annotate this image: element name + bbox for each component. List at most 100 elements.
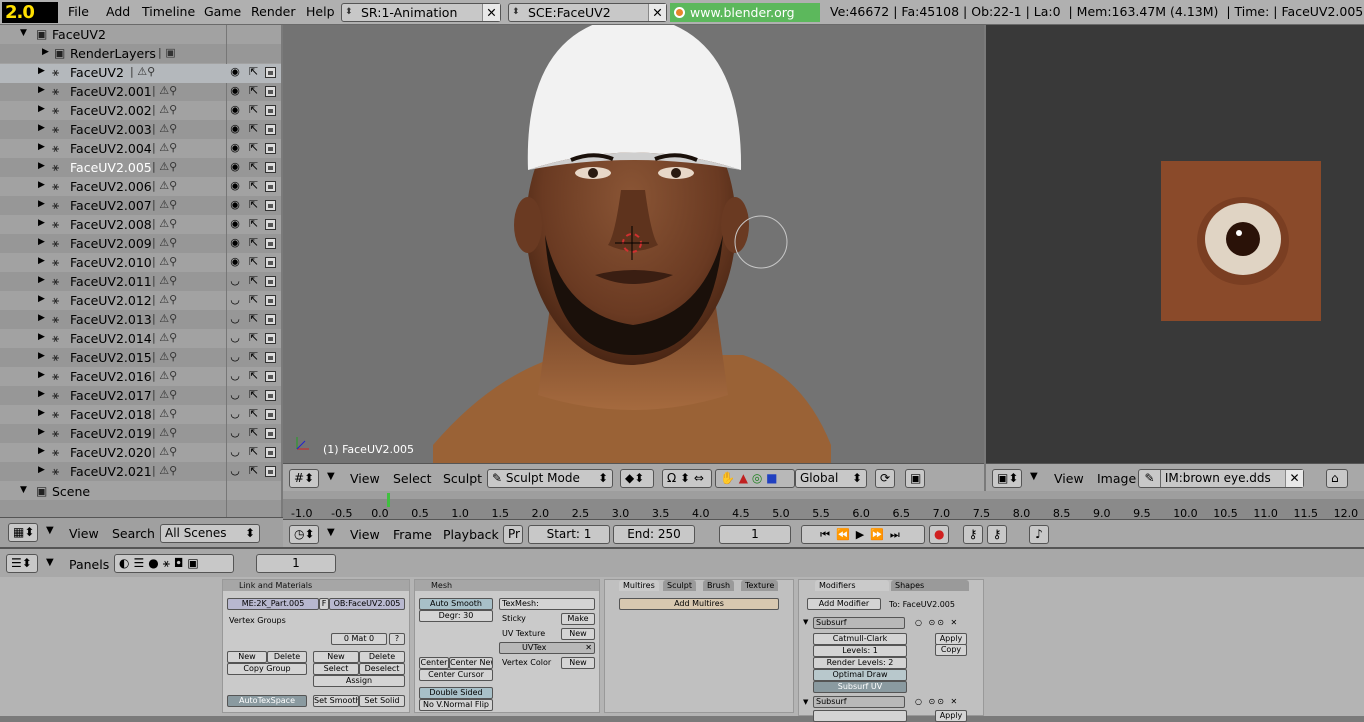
expand-arrow-icon[interactable]: ▶ <box>38 446 45 456</box>
center-cursor-button[interactable]: Center Cursor <box>419 669 493 681</box>
menu-view[interactable]: View <box>69 526 99 541</box>
set-solid-button[interactable]: Set Solid <box>359 695 405 707</box>
menu-select[interactable]: Select <box>393 471 432 486</box>
render-icon[interactable] <box>265 143 276 154</box>
cursor-select-icon[interactable]: ⇱ <box>249 198 258 211</box>
auto-smooth-toggle[interactable]: Auto Smooth <box>419 598 493 610</box>
outliner-item-label[interactable]: FaceUV2 <box>70 65 124 80</box>
eye-closed-icon[interactable]: ◡ <box>229 312 241 325</box>
frame-number-field[interactable]: 1 <box>256 554 336 573</box>
expand-arrow-icon[interactable]: ▶ <box>38 180 45 190</box>
current-frame-marker[interactable] <box>387 493 390 507</box>
menu-view[interactable]: View <box>1054 471 1084 486</box>
outliner-filter-dropdown[interactable]: All Scenes ⬍ <box>160 524 260 543</box>
keyframe-icon[interactable]: ⚷ <box>963 525 983 544</box>
cursor-select-icon[interactable]: ⇱ <box>249 84 258 97</box>
blender-url-link[interactable]: www.blender.org 249.2 <box>670 3 820 39</box>
cursor-select-icon[interactable]: ⇱ <box>249 407 258 420</box>
select-material-button[interactable]: Select <box>313 663 359 675</box>
playback-controls[interactable]: ⏮⏪▶⏩⏭ <box>801 525 925 544</box>
collapse-arrow-icon[interactable]: ▼ <box>327 471 335 482</box>
new-vertex-color-button[interactable]: New <box>561 657 595 669</box>
editor-type-icon[interactable]: ▦⬍ <box>8 523 38 542</box>
make-sticky-button[interactable]: Make <box>561 613 595 625</box>
screen-selector[interactable]: ⬍ SR:1-Animation ✕ <box>341 3 501 22</box>
cursor-select-icon[interactable]: ⇱ <box>249 350 258 363</box>
outliner-object-row[interactable]: ▶ ⚹ FaceUV2.003 | ⚠⚲ ◉ ⇱ <box>0 121 281 140</box>
render-levels-field[interactable]: Render Levels: 2 <box>813 657 907 669</box>
outliner-item-label[interactable]: FaceUV2.009 <box>70 236 152 251</box>
editor-type-icon[interactable]: #⬍ <box>289 469 319 488</box>
eye-icon[interactable]: ◉ <box>229 141 241 154</box>
outliner-root-row[interactable]: ▼ ▣ FaceUV2 <box>0 26 281 45</box>
modifier-controls[interactable]: ○ ⊙⊙ ✕ <box>915 618 959 627</box>
outliner-item-label[interactable]: FaceUV2.021 <box>70 464 152 479</box>
eye-closed-icon[interactable]: ◡ <box>229 426 241 439</box>
expand-arrow-icon[interactable]: ▶ <box>38 199 45 209</box>
end-frame-field[interactable]: End: 250 <box>613 525 695 544</box>
editor-type-icon[interactable]: ◷⬍ <box>289 525 319 544</box>
add-multires-button[interactable]: Add Multires <box>619 598 779 610</box>
outliner-object-row[interactable]: ▶ ⚹ FaceUV2.008 | ⚠⚲ ◉ ⇱ <box>0 216 281 235</box>
expand-arrow-icon[interactable]: ▶ <box>38 389 45 399</box>
eye-icon[interactable]: ◉ <box>229 84 241 97</box>
outliner-object-row[interactable]: ▶ ⚹ FaceUV2.021 | ⚠⚲ ◡ ⇱ <box>0 463 281 482</box>
pivot-snap-buttons[interactable]: Ω ⬍ ⇔ <box>662 469 712 488</box>
tab-brush[interactable]: Brush <box>703 580 735 591</box>
menu-search[interactable]: Search <box>112 526 155 541</box>
render-icon[interactable] <box>265 371 276 382</box>
menu-game[interactable]: Game <box>204 4 241 19</box>
outliner-object-row[interactable]: ▶ ⚹ FaceUV2.006 | ⚠⚲ ◉ ⇱ <box>0 178 281 197</box>
menu-add[interactable]: Add <box>106 4 130 19</box>
outliner-object-row[interactable]: ▶ ⚹ FaceUV2.001 | ⚠⚲ ◉ ⇱ <box>0 83 281 102</box>
outliner-item-label[interactable]: FaceUV2.020 <box>70 445 152 460</box>
eye-closed-icon[interactable]: ◡ <box>229 293 241 306</box>
modifier2-name-field[interactable]: Subsurf <box>813 696 905 708</box>
copy-group-button[interactable]: Copy Group <box>227 663 307 675</box>
tab-shapes[interactable]: Shapes <box>891 580 969 591</box>
render-icon[interactable] <box>265 333 276 344</box>
render-icon[interactable] <box>265 314 276 325</box>
key-icon[interactable]: ⚷ <box>987 525 1007 544</box>
render-icon[interactable] <box>265 162 276 173</box>
outliner-item-label[interactable]: FaceUV2.001 <box>70 84 152 99</box>
expand-arrow-icon[interactable]: ▶ <box>38 408 45 418</box>
editor-type-icon[interactable]: ☰⬍ <box>6 554 38 573</box>
uv-image-editor[interactable] <box>986 25 1364 463</box>
eye-closed-icon[interactable]: ◡ <box>229 331 241 344</box>
cursor-select-icon[interactable]: ⇱ <box>249 464 258 477</box>
render-icon[interactable] <box>265 409 276 420</box>
center-button[interactable]: Center <box>419 657 449 669</box>
expand-arrow-icon[interactable]: ▶ <box>38 66 45 76</box>
3d-viewport[interactable]: (1) FaceUV2.005 <box>283 25 984 463</box>
render-icon[interactable] <box>265 86 276 97</box>
cursor-select-icon[interactable]: ⇱ <box>249 179 258 192</box>
outliner-item-label[interactable]: FaceUV2.005 <box>70 160 152 175</box>
expand-arrow-icon[interactable]: ▶ <box>38 370 45 380</box>
eye-icon[interactable]: ◉ <box>229 236 241 249</box>
menu-file[interactable]: File <box>68 4 89 19</box>
draw-type-dropdown[interactable]: ◆⬍ <box>620 469 654 488</box>
outliner-renderlayers-row[interactable]: ▶ ▣ RenderLayers | ▣ <box>0 45 281 64</box>
outliner-item-label[interactable]: FaceUV2.014 <box>70 331 152 346</box>
close-icon[interactable]: ✕ <box>585 643 592 653</box>
cursor-select-icon[interactable]: ⇱ <box>249 274 258 287</box>
modifier2-controls[interactable]: ○ ⊙⊙ ✕ <box>915 697 959 706</box>
collapse-arrow-icon[interactable]: ▼ <box>803 698 808 706</box>
cursor-select-icon[interactable]: ⇱ <box>249 426 258 439</box>
eye-icon[interactable]: ◉ <box>229 122 241 135</box>
expand-arrow-icon[interactable]: ▶ <box>38 218 45 228</box>
manipulator-buttons[interactable]: ✋ ▲ ◎ ■ <box>715 469 795 488</box>
render-icon[interactable] <box>265 276 276 287</box>
eye-closed-icon[interactable]: ◡ <box>229 350 241 363</box>
tab-sculpt[interactable]: Sculpt <box>663 580 696 591</box>
menu-sculpt[interactable]: Sculpt <box>443 471 482 486</box>
outliner-object-row[interactable]: ▶ ⚹ FaceUV2.017 | ⚠⚲ ◡ ⇱ <box>0 387 281 406</box>
outliner-item-label[interactable]: FaceUV2.013 <box>70 312 152 327</box>
collapse-arrow-icon[interactable]: ▼ <box>803 618 808 626</box>
set-smooth-button[interactable]: Set Smooth <box>313 695 359 707</box>
outliner-item-label[interactable]: FaceUV2.002 <box>70 103 152 118</box>
outliner-scene-row[interactable]: ▼ ▣ Scene <box>0 483 281 502</box>
audio-icon[interactable]: ♪ <box>1029 525 1049 544</box>
close-icon[interactable]: ✕ <box>1285 470 1303 487</box>
